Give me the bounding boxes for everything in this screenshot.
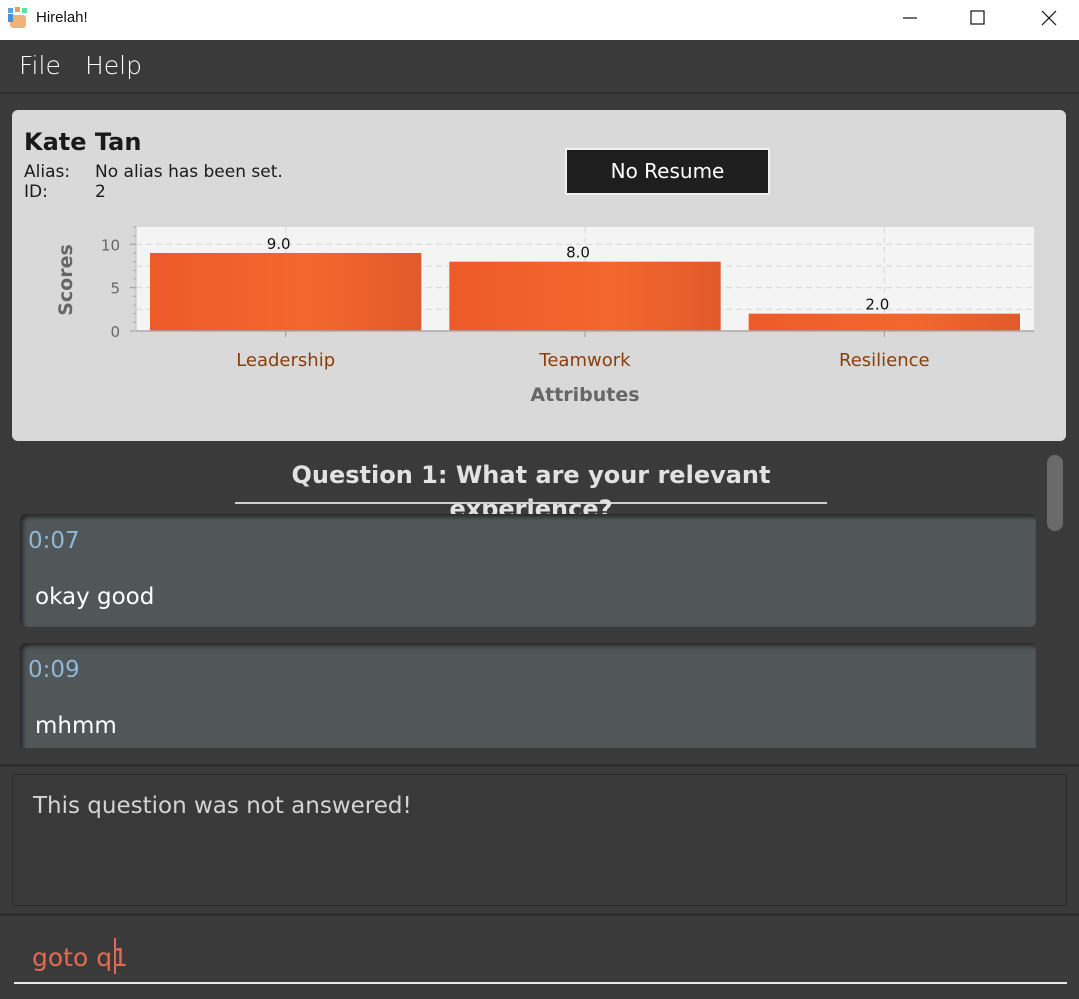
- note-card[interactable]: 0:07 okay good: [20, 514, 1036, 627]
- divider: [0, 913, 1079, 916]
- menu-help[interactable]: Help: [85, 51, 142, 80]
- x-tick-label: Resilience: [839, 350, 930, 371]
- bar-teamwork: [449, 261, 721, 331]
- maximize-icon[interactable]: [944, 0, 1014, 40]
- y-axis-title: Scores: [55, 244, 77, 316]
- close-icon[interactable]: [1014, 0, 1079, 40]
- candidate-card: Kate Tan Alias: No alias has been set. I…: [12, 110, 1066, 441]
- window-titlebar: Hirelah!: [0, 0, 1079, 40]
- menu-bar: File Help: [0, 40, 1079, 94]
- x-tick-label: Leadership: [236, 350, 335, 371]
- y-tick-label: 0: [110, 323, 120, 341]
- menu-file[interactable]: File: [19, 51, 61, 80]
- y-tick-label: 5: [110, 280, 120, 298]
- note-card[interactable]: 0:09 mhmm: [20, 643, 1036, 748]
- question-title: Question 1: What are your relevant exper…: [235, 458, 827, 523]
- note-text: mhmm: [35, 713, 117, 739]
- note-time: 0:07: [28, 528, 80, 554]
- people-icon: [8, 7, 27, 28]
- minimize-icon[interactable]: [874, 0, 944, 40]
- y-tick-label: 10: [101, 236, 120, 254]
- bar-resilience: [748, 313, 1020, 331]
- notes-list[interactable]: 0:07 okay good 0:09 mhmm: [0, 505, 1045, 748]
- data-label: 2.0: [865, 296, 889, 314]
- data-label: 9.0: [267, 235, 291, 253]
- text-cursor: [114, 938, 116, 974]
- scrollbar-thumb[interactable]: [1047, 455, 1063, 531]
- window-title: Hirelah!: [36, 9, 88, 26]
- divider: [0, 764, 1079, 767]
- attribute-score-chart: 9.0 8.0 2.0 0 5 10 Leadership Teamwork Resilie…: [55, 226, 1034, 406]
- bar-leadership: [150, 253, 422, 331]
- note-time: 0:09: [28, 657, 80, 683]
- answer-text: This question was not answered!: [33, 793, 412, 819]
- x-axis-title: Attributes: [530, 384, 639, 406]
- x-tick-label: Teamwork: [538, 350, 631, 371]
- answer-box: This question was not answered!: [12, 774, 1067, 906]
- note-text: okay good: [35, 584, 155, 610]
- command-input[interactable]: [14, 932, 1067, 984]
- data-label: 8.0: [566, 244, 590, 262]
